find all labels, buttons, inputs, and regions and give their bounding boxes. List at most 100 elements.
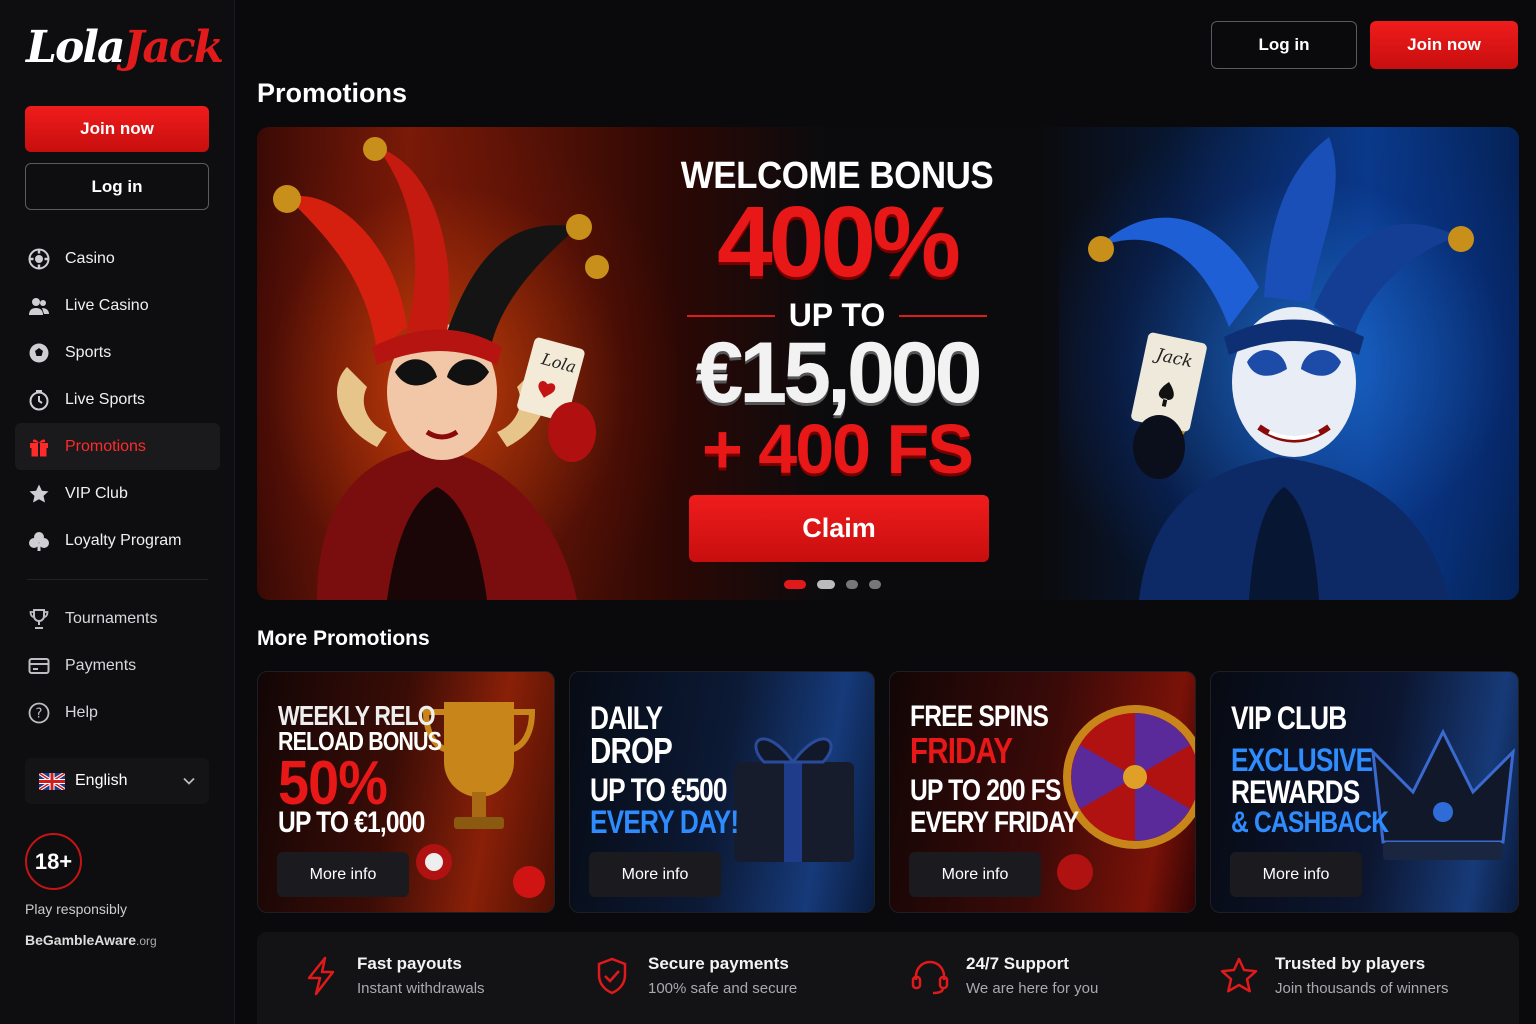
sidebar-item-promotions[interactable]: Promotions <box>15 423 220 470</box>
promo-card-vip-club[interactable]: VIP CLUB EXCLUSIVE REWARDS & CASHBACK Mo… <box>1210 671 1519 913</box>
card-line1: VIP CLUB <box>1231 700 1347 736</box>
language-select[interactable]: English <box>25 758 209 804</box>
loyalty-icon <box>27 529 51 553</box>
hero-free-spins: + 400 FS <box>701 410 974 488</box>
more-info-button[interactable]: More info <box>589 852 721 897</box>
sidebar-item-tournaments[interactable]: Tournaments <box>15 595 220 642</box>
header-join-button[interactable]: Join now <box>1370 21 1518 69</box>
play-responsibly-text: Play responsibly <box>25 901 127 917</box>
card-line4: & CASHBACK <box>1231 806 1389 839</box>
more-info-button[interactable]: More info <box>277 852 409 897</box>
promo-card-free-spins-friday[interactable]: FREE SPINS FRIDAY UP TO 200 FS EVERY FRI… <box>889 671 1196 913</box>
sidebar-item-payments[interactable]: Payments <box>15 642 220 689</box>
age-18-badge: 18+ <box>25 833 82 890</box>
sidebar-item-vip-club[interactable]: VIP Club <box>15 470 220 517</box>
sidebar-item-label: Loyalty Program <box>65 531 182 549</box>
sidebar-item-live-casino[interactable]: Live Casino <box>15 282 220 329</box>
card-line4: EVERY DAY! <box>590 804 739 840</box>
hero-amount: €15,000 <box>695 325 983 421</box>
nav-divider <box>27 579 208 580</box>
hero-banner[interactable]: Lola Jack WELCOME BONUS 400% UP TO €15,0… <box>257 127 1519 600</box>
card-line3: UP TO 200 FS <box>910 774 1061 807</box>
trophy-icon <box>27 607 51 631</box>
sidebar-nav: Casino Live Casino Sports Live Sports Pr… <box>15 235 220 736</box>
sidebar-item-live-sports[interactable]: Live Sports <box>15 376 220 423</box>
svg-text:?: ? <box>36 706 43 721</box>
star-icon <box>27 482 51 506</box>
jack-jester-illustration: Jack <box>1088 137 1474 600</box>
casino-chip-icon <box>27 247 51 271</box>
sidebar-item-label: Payments <box>65 656 137 674</box>
feature-title: Secure payments <box>648 954 789 973</box>
more-info-button[interactable]: More info <box>1230 852 1362 897</box>
begambleaware-logo[interactable]: BeGambleAware.org <box>25 932 157 948</box>
shield-check-icon <box>590 954 634 998</box>
feature-title: Trusted by players <box>1275 954 1426 973</box>
feature-subtitle: Join thousands of winners <box>1275 980 1449 997</box>
feature-subtitle: We are here for you <box>966 980 1099 997</box>
card-icon <box>27 654 51 678</box>
sidebar-item-label: Help <box>65 703 98 721</box>
header-login-button[interactable]: Log in <box>1211 21 1357 69</box>
chevron-down-icon <box>183 772 195 790</box>
sidebar-item-label: Live Sports <box>65 390 146 408</box>
carousel-dot-3[interactable] <box>846 580 858 589</box>
sidebar-item-help[interactable]: ? Help <box>15 689 220 736</box>
brand-logo[interactable]: LolaJack <box>26 22 224 86</box>
trophy-illustration <box>416 702 545 898</box>
help-icon: ? <box>27 701 51 725</box>
feature-title: 24/7 Support <box>966 954 1069 973</box>
carousel-dot-2[interactable] <box>817 580 835 589</box>
card-line4: UP TO €1,000 <box>278 806 425 839</box>
card-line1: FREE SPINS <box>910 700 1049 733</box>
sidebar-item-loyalty-program[interactable]: Loyalty Program <box>15 517 220 564</box>
sidebar: LolaJack Join now Log in Casino Live Cas… <box>0 0 235 1024</box>
feature-title: Fast payouts <box>357 954 462 973</box>
features-bar: Fast payouts Instant withdrawals Secure p… <box>257 932 1519 1024</box>
crown-illustration <box>1371 728 1515 860</box>
sidebar-item-casino[interactable]: Casino <box>15 235 220 282</box>
promo-card-daily-drop[interactable]: DAILY DROP UP TO €500 EVERY DAY! More in… <box>569 671 875 913</box>
feature-trusted: Trusted by players Join thousands of winn… <box>1217 954 1448 998</box>
carousel-dot-1[interactable] <box>784 580 806 589</box>
divider-line <box>687 314 775 317</box>
headset-icon <box>908 954 952 998</box>
soccer-ball-icon <box>27 341 51 365</box>
logo-lola: Lola <box>26 22 126 73</box>
lola-jester-illustration: Lola <box>273 137 609 600</box>
page-title: Promotions <box>257 78 408 108</box>
begambleaware-suffix: .org <box>136 934 157 948</box>
claim-button[interactable]: Claim <box>689 495 989 562</box>
promo-card-weekly-reload[interactable]: WEEKLY RELO RELOAD BONUS 50% UP TO €1,00… <box>257 671 555 913</box>
more-promotions-title: More Promotions <box>257 627 430 650</box>
sidebar-item-label: Live Casino <box>65 296 149 314</box>
divider-line <box>899 314 987 317</box>
hero-percent: 400% <box>717 186 961 298</box>
star-outline-icon <box>1217 954 1261 998</box>
feature-subtitle: 100% safe and secure <box>648 980 798 997</box>
carousel-dots <box>784 580 881 589</box>
card-line4: EVERY FRIDAY <box>910 806 1079 839</box>
lightning-icon <box>299 954 343 998</box>
sidebar-item-label: Casino <box>65 249 115 267</box>
sidebar-login-button[interactable]: Log in <box>25 163 209 210</box>
card-line2: DROP <box>590 730 673 771</box>
sidebar-item-label: Tournaments <box>65 609 158 627</box>
hero-offer: WELCOME BONUS 400% UP TO €15,000 + 400 F… <box>637 127 1037 600</box>
carousel-dot-4[interactable] <box>869 580 881 589</box>
sidebar-item-label: VIP Club <box>65 484 128 502</box>
feature-support: 24/7 Support We are here for you <box>908 954 1098 998</box>
uk-flag-icon <box>39 772 65 790</box>
feature-secure-payments: Secure payments 100% safe and secure <box>590 954 797 998</box>
gift-icon <box>27 435 51 459</box>
sidebar-item-label: Sports <box>65 343 112 361</box>
gift-box-illustration <box>734 737 854 862</box>
live-clock-icon <box>27 388 51 412</box>
card-line2: FRIDAY <box>910 730 1013 771</box>
more-info-button[interactable]: More info <box>909 852 1041 897</box>
prize-wheel-illustration <box>1057 705 1195 890</box>
sidebar-item-sports[interactable]: Sports <box>15 329 220 376</box>
logo-jack: Jack <box>123 22 225 73</box>
sidebar-join-button[interactable]: Join now <box>25 106 209 152</box>
live-dealer-icon <box>27 294 51 318</box>
